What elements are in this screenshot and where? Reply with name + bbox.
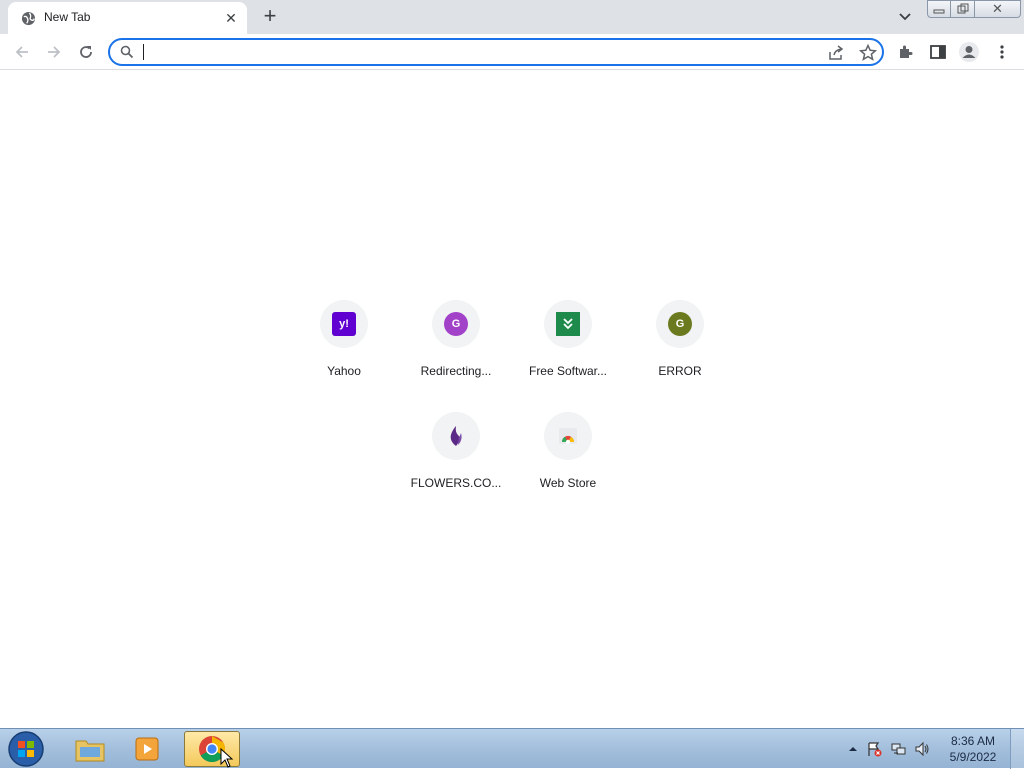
minimize-icon: [933, 9, 945, 14]
download-icon: [556, 312, 580, 336]
address-input[interactable]: [144, 43, 804, 61]
letter-g-icon: G: [668, 312, 692, 336]
system-tray: [840, 729, 940, 769]
network-icon[interactable]: [890, 741, 906, 757]
show-desktop-button[interactable]: [1010, 729, 1024, 769]
profile-button[interactable]: [957, 40, 981, 64]
shortcut-icon-wrap: y!: [320, 300, 368, 348]
side-panel-button[interactable]: [926, 40, 950, 64]
shortcut-icon-wrap: [544, 300, 592, 348]
new-tab-button[interactable]: +: [258, 5, 282, 29]
explorer-icon: [75, 740, 105, 762]
shortcut-tile[interactable]: FLOWERS.CO...: [400, 412, 512, 524]
shortcut-title: Redirecting...: [420, 364, 492, 378]
share-icon[interactable]: [826, 43, 846, 63]
more-vert-icon: [1000, 45, 1004, 59]
mouse-cursor-icon: [220, 748, 234, 768]
extensions-button[interactable]: [894, 40, 918, 64]
address-bar[interactable]: [108, 38, 884, 66]
bookmark-star-icon[interactable]: [858, 43, 878, 63]
system-clock[interactable]: 8:36 AM 5/9/2022: [942, 733, 1004, 765]
shortcut-title: Free Softwar...: [528, 364, 608, 378]
taskbar-chrome[interactable]: [184, 731, 240, 768]
media-player-icon: [135, 737, 159, 761]
close-tab-icon[interactable]: ✕: [222, 9, 240, 27]
arrow-right-icon: [48, 46, 61, 58]
show-hidden-icons-icon[interactable]: [845, 741, 861, 757]
close-window-button[interactable]: ✕: [975, 0, 1021, 18]
shortcut-tile[interactable]: G Redirecting...: [400, 300, 512, 412]
chevron-down-icon[interactable]: [895, 7, 915, 27]
tab-strip: New Tab ✕ + ✕: [0, 0, 1024, 34]
tab-title: New Tab: [44, 10, 91, 24]
shortcut-tile[interactable]: G ERROR: [624, 300, 736, 412]
menu-button[interactable]: [990, 40, 1014, 64]
minimize-button[interactable]: [927, 0, 951, 18]
shortcut-icon-wrap: G: [656, 300, 704, 348]
browser-toolbar: [0, 34, 1024, 70]
windows-start-icon: [8, 731, 44, 767]
search-icon: [120, 45, 134, 59]
webstore-icon: [559, 428, 577, 445]
taskbar: 8:36 AM 5/9/2022: [0, 728, 1024, 769]
arrow-left-icon: [15, 46, 28, 58]
avatar-icon: [959, 42, 979, 62]
puzzle-icon: [900, 45, 913, 58]
start-button[interactable]: [6, 730, 46, 768]
shortcut-title: FLOWERS.CO...: [410, 476, 502, 490]
side-panel-icon: [930, 45, 946, 59]
shortcut-title: Web Store: [539, 476, 597, 490]
restore-icon: [957, 3, 968, 14]
yahoo-icon: y!: [332, 312, 356, 336]
reload-button[interactable]: [74, 40, 98, 64]
restore-button[interactable]: [951, 0, 975, 18]
action-center-flag-icon[interactable]: [866, 741, 882, 757]
shortcut-tile[interactable]: Free Softwar...: [512, 300, 624, 412]
forward-button[interactable]: [42, 40, 66, 64]
shortcut-title: Yahoo: [327, 364, 361, 378]
window-controls: ✕: [927, 0, 1021, 18]
text-caret: [143, 44, 144, 60]
volume-icon[interactable]: [914, 741, 930, 757]
shortcut-icon-wrap: [432, 412, 480, 460]
flower-icon: [450, 426, 462, 446]
letter-g-icon: G: [444, 312, 468, 336]
taskbar-media-player[interactable]: [120, 731, 176, 767]
shortcut-icon-wrap: [544, 412, 592, 460]
shortcut-title: ERROR: [658, 364, 702, 378]
shortcut-tile[interactable]: Web Store: [512, 412, 624, 524]
shortcut-tile[interactable]: y! Yahoo: [288, 300, 400, 412]
clock-date: 5/9/2022: [949, 750, 997, 764]
taskbar-explorer[interactable]: [62, 731, 118, 767]
shortcut-icon-wrap: G: [432, 300, 480, 348]
reload-icon: [80, 46, 92, 58]
globe-icon: [21, 11, 36, 26]
tab-new-tab[interactable]: New Tab ✕: [8, 2, 247, 34]
back-button[interactable]: [10, 40, 34, 64]
clock-time: 8:36 AM: [950, 734, 996, 748]
